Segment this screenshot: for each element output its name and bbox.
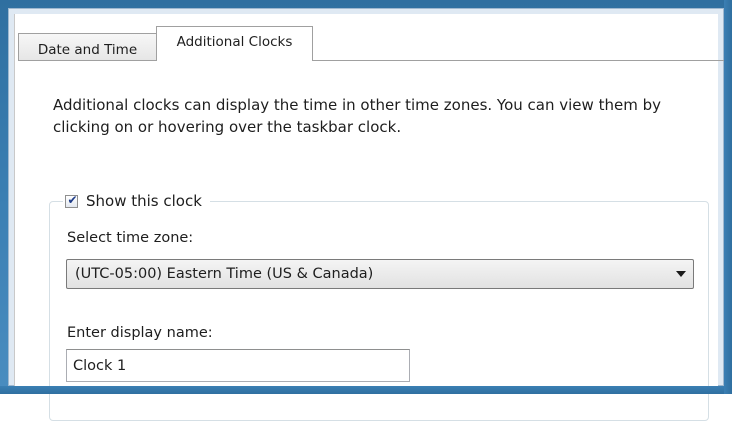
checkmark-icon: ✔ — [67, 192, 78, 207]
timezone-label: Select time zone: — [67, 230, 194, 246]
tab-strip-divider — [18, 60, 724, 61]
window-frame-bottom — [0, 386, 732, 394]
display-name-input[interactable] — [66, 349, 410, 382]
description-text: Additional clocks can display the time i… — [53, 96, 661, 136]
timezone-select[interactable]: (UTC-05:00) Eastern Time (US & Canada) — [66, 259, 694, 289]
chevron-down-icon[interactable] — [676, 271, 686, 277]
show-clock-checkbox[interactable]: ✔ — [65, 192, 78, 208]
show-clock-row[interactable]: ✔ Show this clock — [63, 190, 210, 212]
tab-additional-clocks-label: Additional Clocks — [176, 34, 293, 50]
tab-additional-clocks[interactable]: Additional Clocks — [156, 26, 313, 61]
timezone-select-value: (UTC-05:00) Eastern Time (US & Canada) — [75, 266, 374, 282]
display-name-label: Enter display name: — [67, 325, 213, 341]
show-clock-label[interactable]: Show this clock — [86, 192, 202, 210]
window-frame-right — [724, 0, 732, 394]
tab-date-and-time-label: Date and Time — [37, 42, 138, 58]
tab-selected-gap — [157, 60, 312, 62]
tab-date-and-time[interactable]: Date and Time — [18, 33, 157, 60]
